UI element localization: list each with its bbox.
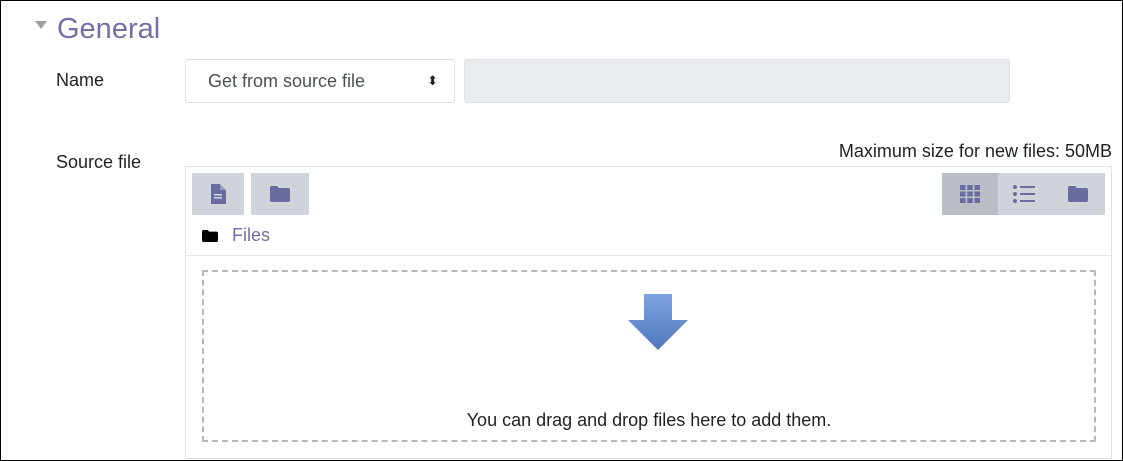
add-file-button[interactable] [192,173,244,215]
divider [186,255,1111,256]
section-title[interactable]: General [57,11,160,47]
create-folder-icon [270,186,290,202]
name-input[interactable] [464,59,1010,103]
tree-view-button[interactable] [1050,173,1105,215]
add-file-icon [211,184,226,204]
name-source-select-value: Get from source file [208,71,366,91]
drop-arrow-icon [628,294,688,350]
max-size-text: Maximum size for new files: 50MB [838,141,1112,161]
name-source-select[interactable]: Get from source file ⬍ [185,59,455,103]
form-section: General Name Get from source file ⬍ Sour… [0,0,1123,461]
tree-view-icon [1067,186,1088,202]
breadcrumb-files-link[interactable]: Files [232,225,270,246]
list-view-icon [1013,185,1035,203]
file-drop-zone[interactable]: You can drag and drop files here to add … [202,270,1096,442]
breadcrumb: Files [202,225,270,246]
source-file-label: Source file [56,152,142,172]
collapse-caret-icon[interactable] [35,21,47,29]
list-view-button[interactable] [998,173,1050,215]
folder-icon [202,229,218,242]
file-picker: Files You can drag and drop files here t… [185,166,1112,459]
name-label: Name [56,70,105,90]
drop-hint-text: You can drag and drop files here to add … [466,410,832,430]
select-arrows-icon: ⬍ [427,73,438,88]
create-folder-button[interactable] [251,173,309,215]
grid-view-icon [960,185,980,203]
grid-view-button[interactable] [942,173,998,215]
